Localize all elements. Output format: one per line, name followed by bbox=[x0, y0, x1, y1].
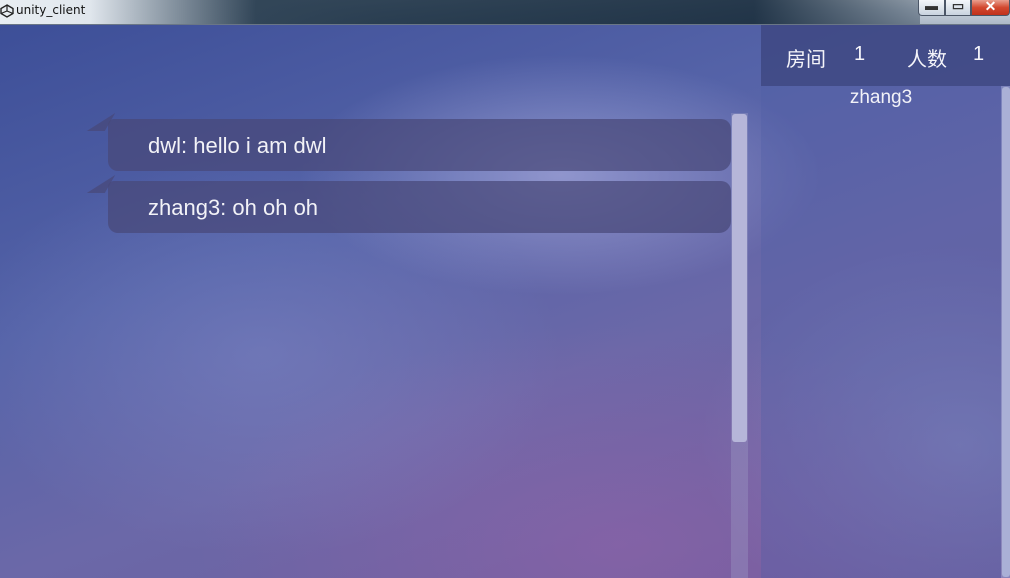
minimize-button[interactable]: ▬ bbox=[918, 0, 945, 16]
player-count-label: 人数 bbox=[907, 49, 947, 71]
chat-message-text: zhang3: oh oh oh bbox=[148, 195, 319, 220]
maximize-button[interactable]: ▭ bbox=[945, 0, 971, 16]
chat-bubble: dwl: hello i am dwl bbox=[108, 119, 731, 171]
room-info-header: 房间 1 人数 1 bbox=[761, 25, 1010, 86]
user-list-scrollbar-thumb[interactable] bbox=[1002, 87, 1010, 577]
chat-scrollbar-thumb[interactable] bbox=[732, 114, 747, 442]
app-window: unity_client ▬ ▭ ✕ dwl: hello i am dwl z… bbox=[0, 0, 1010, 578]
room-label: 房间 bbox=[786, 49, 826, 71]
chat-message-text: dwl: hello i am dwl bbox=[148, 133, 327, 158]
user-list-item[interactable]: zhang3 bbox=[761, 87, 1001, 109]
window-title: unity_client bbox=[16, 3, 86, 17]
title-bar-dark-band bbox=[90, 0, 920, 24]
title-bar[interactable]: unity_client ▬ ▭ ✕ bbox=[0, 0, 1010, 25]
chat-bubble: zhang3: oh oh oh bbox=[108, 181, 731, 233]
room-number: 1 bbox=[854, 43, 866, 65]
user-list: zhang3 bbox=[761, 86, 1001, 578]
maximize-icon: ▭ bbox=[951, 0, 965, 13]
close-icon: ✕ bbox=[984, 0, 997, 14]
player-count: 1 bbox=[973, 43, 985, 65]
close-button[interactable]: ✕ bbox=[971, 0, 1010, 16]
game-view: dwl: hello i am dwl zhang3: oh oh oh 房间 … bbox=[0, 25, 1010, 578]
chat-area: dwl: hello i am dwl zhang3: oh oh oh bbox=[0, 25, 760, 578]
minimize-icon: ▬ bbox=[925, 0, 938, 13]
unity-icon bbox=[0, 4, 14, 18]
